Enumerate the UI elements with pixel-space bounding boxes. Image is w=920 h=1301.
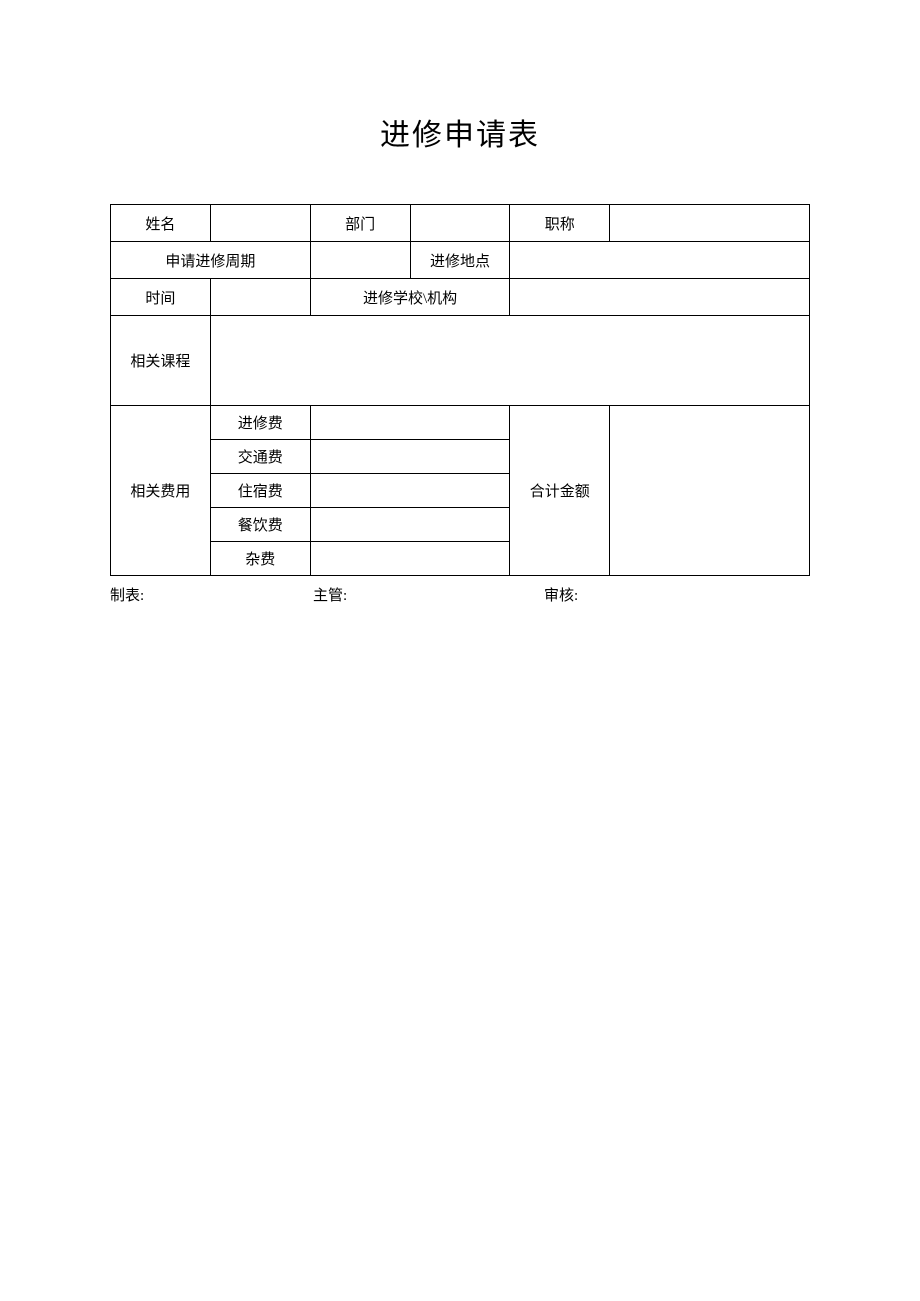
label-preparer: 制表: bbox=[110, 584, 313, 605]
value-department bbox=[410, 205, 510, 242]
label-total: 合计金额 bbox=[510, 406, 610, 576]
value-total bbox=[610, 406, 810, 576]
value-fee-misc bbox=[310, 542, 510, 576]
value-fee-training bbox=[310, 406, 510, 440]
label-supervisor: 主管: bbox=[313, 584, 544, 605]
label-department: 部门 bbox=[310, 205, 410, 242]
value-fee-meal bbox=[310, 508, 510, 542]
label-name: 姓名 bbox=[111, 205, 211, 242]
value-fee-transport bbox=[310, 440, 510, 474]
label-fee-misc: 杂费 bbox=[210, 542, 310, 576]
value-courses bbox=[210, 316, 809, 406]
label-location: 进修地点 bbox=[410, 242, 510, 279]
value-apply-period bbox=[310, 242, 410, 279]
label-courses: 相关课程 bbox=[111, 316, 211, 406]
label-fees: 相关费用 bbox=[111, 406, 211, 576]
label-fee-training: 进修费 bbox=[210, 406, 310, 440]
label-title-job: 职称 bbox=[510, 205, 610, 242]
value-fee-lodging bbox=[310, 474, 510, 508]
value-time bbox=[210, 279, 310, 316]
label-apply-period: 申请进修周期 bbox=[111, 242, 311, 279]
label-fee-lodging: 住宿费 bbox=[210, 474, 310, 508]
value-title-job bbox=[610, 205, 810, 242]
label-fee-transport: 交通费 bbox=[210, 440, 310, 474]
value-school bbox=[510, 279, 810, 316]
application-form-table: 姓名 部门 职称 申请进修周期 进修地点 时间 进修学校\机构 相关课程 相关费… bbox=[110, 204, 810, 576]
label-time: 时间 bbox=[111, 279, 211, 316]
form-title: 进修申请表 bbox=[110, 110, 810, 154]
value-location bbox=[510, 242, 810, 279]
label-school: 进修学校\机构 bbox=[310, 279, 510, 316]
label-reviewer: 审核: bbox=[544, 584, 810, 605]
value-name bbox=[210, 205, 310, 242]
footer-signatures: 制表: 主管: 审核: bbox=[110, 584, 810, 605]
label-fee-meal: 餐饮费 bbox=[210, 508, 310, 542]
